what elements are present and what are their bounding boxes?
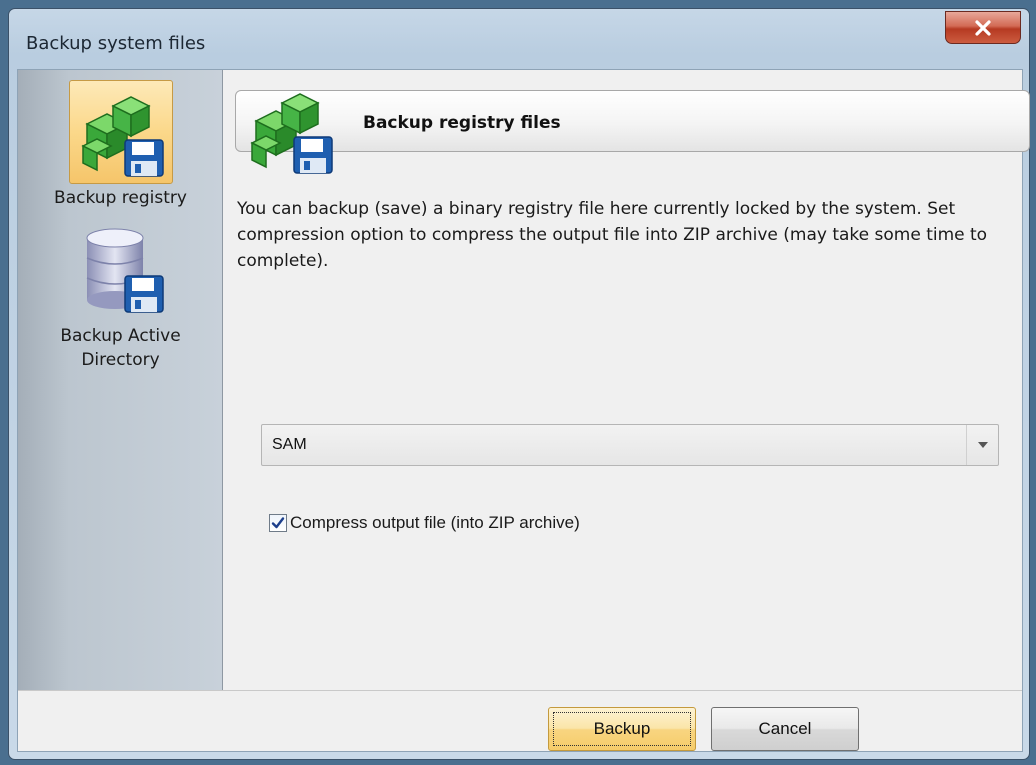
registry-file-select[interactable]: SAM: [261, 424, 999, 466]
section-title: Backup registry files: [363, 113, 561, 133]
dialog-client: Backup registry Backup Active Directory …: [17, 69, 1030, 752]
cancel-button[interactable]: Cancel: [711, 707, 859, 751]
dialog-footer: Backup Cancel: [18, 690, 1022, 751]
close-icon: [975, 19, 991, 36]
registry-file-select-value: SAM: [272, 436, 307, 453]
sidebar-item-label: Backup registry: [54, 188, 187, 208]
compress-checkbox[interactable]: [269, 514, 287, 532]
description-text: You can backup (save) a binary registry …: [237, 199, 988, 271]
backup-button-label: Backup: [593, 719, 651, 738]
registry-backup-icon: [242, 81, 338, 181]
floppy-icon: [123, 139, 164, 177]
sidebar-item-backup-active-directory[interactable]: Backup Active Directory: [18, 218, 223, 372]
window-title: Backup system files: [26, 33, 206, 54]
section-header: Backup registry files: [235, 90, 1030, 174]
floppy-icon: [123, 275, 164, 313]
registry-backup-icon: [68, 80, 173, 184]
compress-option[interactable]: Compress output file (into ZIP archive): [269, 513, 580, 533]
close-button[interactable]: [945, 11, 1021, 44]
dialog-window: Backup system files Backup registry Back…: [8, 8, 1030, 760]
cancel-button-label: Cancel: [758, 719, 812, 738]
dropdown-button[interactable]: [966, 425, 998, 465]
compress-checkbox-label[interactable]: Compress output file (into ZIP archive): [290, 513, 580, 533]
sidebar-item-backup-registry[interactable]: Backup registry: [18, 80, 223, 210]
database-backup-icon: [69, 218, 173, 322]
checkmark-icon: [271, 517, 285, 529]
title-bar[interactable]: Backup system files: [9, 9, 1029, 69]
sidebar-item-label: Backup Active Directory: [60, 326, 181, 370]
chevron-down-icon: [977, 442, 988, 448]
main-panel: Backup registry files You can backup (sa…: [223, 70, 1030, 690]
sidebar: Backup registry Backup Active Directory: [18, 70, 223, 690]
backup-button[interactable]: Backup: [548, 707, 696, 751]
floppy-icon: [293, 136, 333, 174]
